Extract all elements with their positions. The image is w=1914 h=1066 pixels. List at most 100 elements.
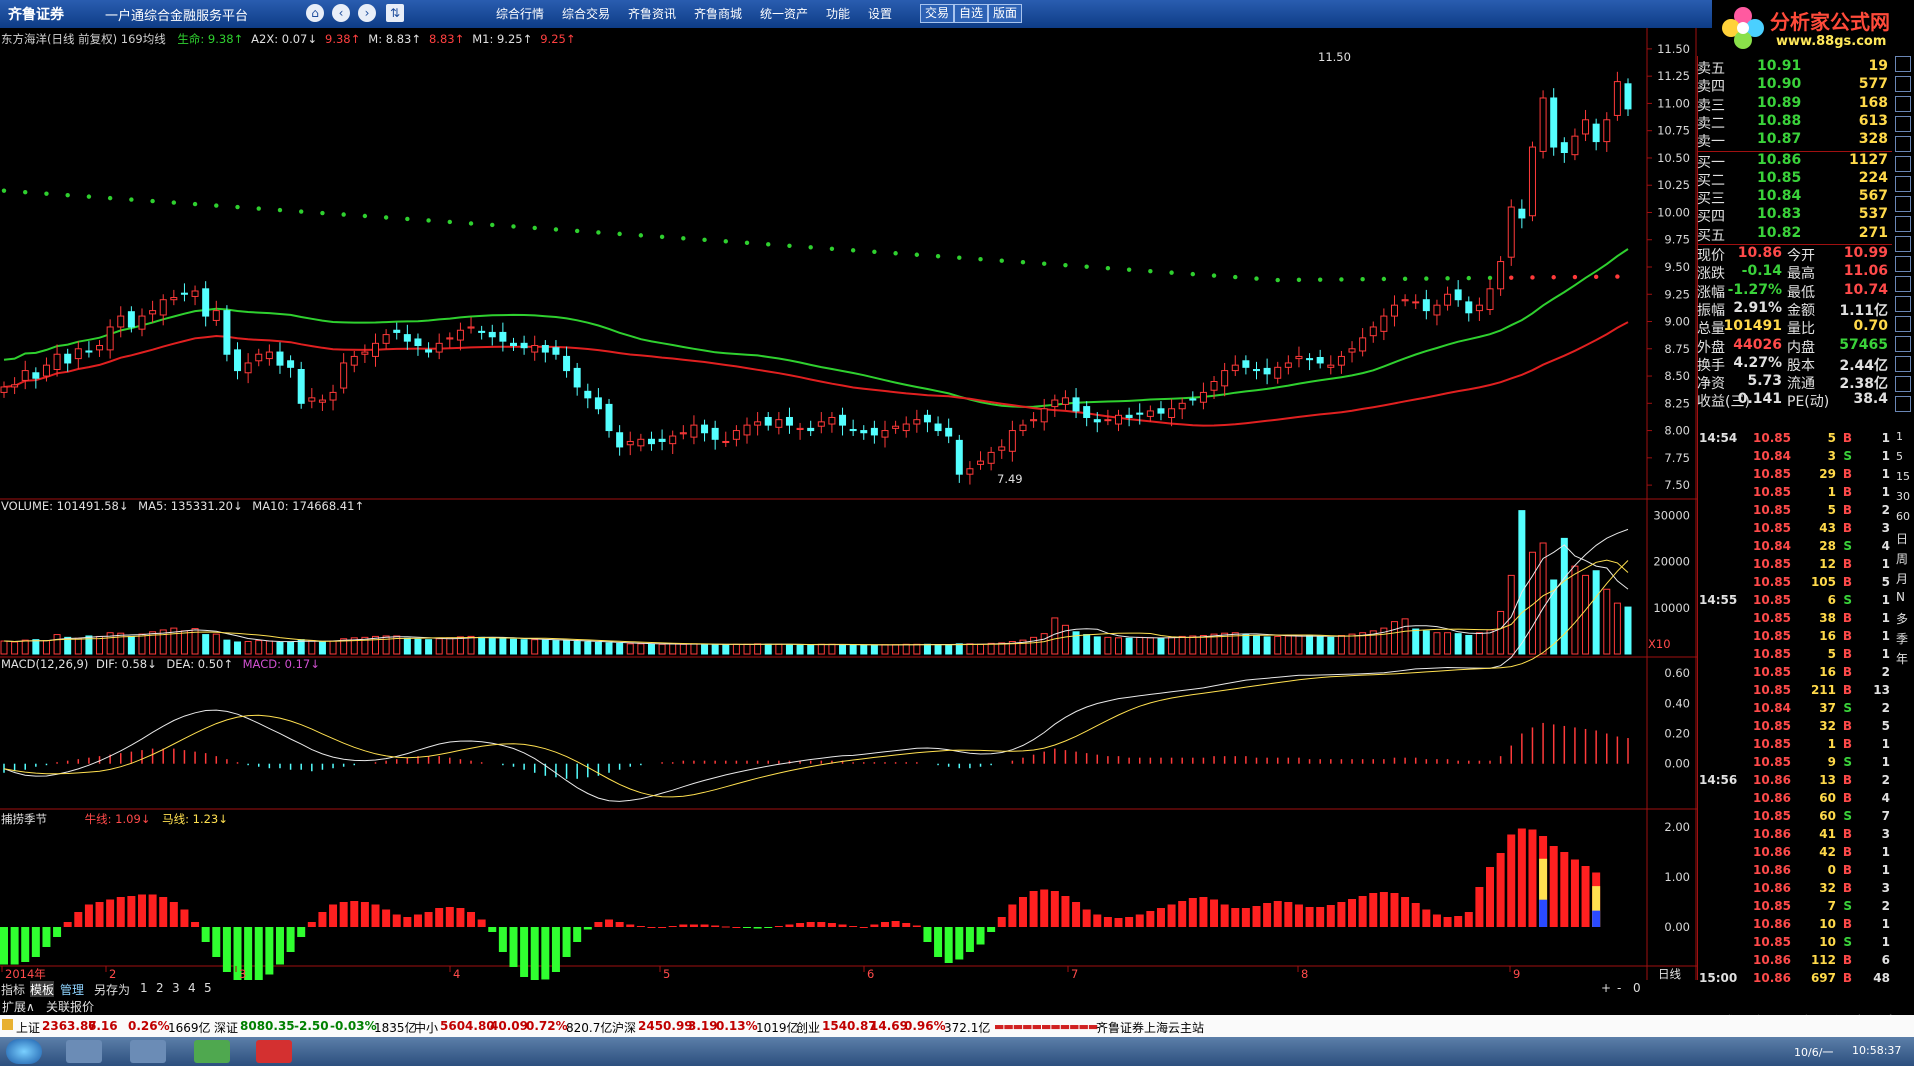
indicator-tab[interactable]: 管理 (60, 981, 84, 998)
menu-item[interactable]: 齐鲁资讯 (628, 5, 676, 22)
x-tick-label: 5 (663, 967, 670, 980)
sidebar-period-tab[interactable]: 周 (1896, 550, 1908, 567)
ma169-dot (1572, 274, 1578, 280)
index-bar-item[interactable]: 0.72% (526, 1019, 568, 1033)
ma169-dot (214, 203, 219, 208)
zoom-button[interactable]: - (1617, 981, 1621, 995)
sidebar-tool-icon[interactable] (1895, 156, 1911, 172)
ma169-dot (914, 252, 920, 257)
index-bar-item[interactable]: -2.50 (294, 1019, 329, 1033)
index-bar-item[interactable]: 创业 (796, 1019, 820, 1036)
index-bar-item[interactable]: 14.69 (870, 1019, 908, 1033)
expand-tab[interactable]: 扩展∧ (2, 998, 35, 1015)
sidebar-period-number[interactable]: 1 (1896, 430, 1903, 443)
sidebar-period-number[interactable]: 30 (1896, 490, 1910, 503)
sidebar-tool-icon[interactable] (1895, 236, 1911, 252)
template-number-tab[interactable]: 5 (204, 981, 212, 995)
template-number-tab[interactable]: 4 (188, 981, 196, 995)
refresh-icon[interactable]: ⇅ (386, 4, 404, 22)
trade-button[interactable]: 交易 (920, 4, 955, 23)
index-bar-item[interactable]: 40.09 (490, 1019, 528, 1033)
taskbar-app-icon[interactable] (66, 1040, 102, 1063)
home-icon[interactable]: ⌂ (306, 4, 324, 22)
zoom-button[interactable]: + (1601, 981, 1611, 995)
sidebar-tool-icon[interactable] (1895, 216, 1911, 232)
ma169-dot (766, 242, 771, 247)
menu-item[interactable]: 统一资产 (760, 5, 808, 22)
taskbar-app-icon[interactable] (130, 1040, 166, 1063)
index-bar-item[interactable]: -0.03% (330, 1019, 377, 1033)
index-bar-item[interactable]: 0.26% (128, 1019, 170, 1033)
forward-icon[interactable]: › (358, 4, 376, 22)
menu-item[interactable]: 综合行情 (496, 5, 544, 22)
index-bar-item[interactable]: 深证 (214, 1019, 238, 1036)
template-number-tab[interactable]: 1 (140, 981, 148, 995)
menu-item[interactable]: 齐鲁商城 (694, 5, 742, 22)
menu-item[interactable]: 综合交易 (562, 5, 610, 22)
start-button[interactable] (6, 1039, 42, 1064)
indicator-tab[interactable]: 模板 (30, 981, 55, 998)
sidebar-tool-icon[interactable] (1895, 256, 1911, 272)
candle-body (318, 399, 326, 403)
index-bar-item[interactable]: 8080.35 (240, 1019, 295, 1033)
sidebar-tool-icon[interactable] (1895, 376, 1911, 392)
index-bar-item[interactable]: 1019亿 (756, 1019, 799, 1036)
index-bar-item[interactable]: 372.1亿 (944, 1019, 990, 1036)
sidebar-period-tab[interactable]: 年 (1896, 650, 1908, 667)
index-bar-item[interactable]: 5604.80 (440, 1019, 495, 1033)
sidebar-period-number[interactable]: 15 (1896, 470, 1910, 483)
sidebar-tool-icon[interactable] (1895, 96, 1911, 112)
indicator-tab[interactable]: 指标 (1, 981, 25, 998)
sidebar-tool-icon[interactable] (1895, 296, 1911, 312)
taskbar-app-icon[interactable] (194, 1040, 230, 1063)
sidebar-tool-icon[interactable] (1895, 176, 1911, 192)
index-bar-item[interactable]: 1669亿 (168, 1019, 211, 1036)
sidebar-period-tab[interactable]: N (1896, 590, 1905, 604)
sidebar-tool-icon[interactable] (1895, 76, 1911, 92)
sidebar-tool-icon[interactable] (1895, 316, 1911, 332)
index-bar-item[interactable]: 齐鲁证券上海云主站 (1096, 1019, 1204, 1036)
watchlist-button[interactable]: 自选 (954, 4, 989, 23)
sidebar-tool-icon[interactable] (1895, 196, 1911, 212)
index-bar-item[interactable]: 3.19 (688, 1019, 718, 1033)
sidebar-tool-icon[interactable] (1895, 396, 1911, 412)
indicator-tab[interactable]: 另存为 (94, 981, 130, 998)
index-bar-item[interactable]: 沪深 (612, 1019, 636, 1036)
sidebar-tool-icon[interactable] (1895, 356, 1911, 372)
season-bar (1210, 899, 1219, 927)
sidebar-tool-icon[interactable] (1895, 116, 1911, 132)
layout-button[interactable]: 版面 (988, 4, 1023, 23)
index-bar-item[interactable]: 6.16 (88, 1019, 118, 1033)
index-bar-item[interactable]: 0.96% (904, 1019, 946, 1033)
index-bar-item[interactable]: 820.7亿 (566, 1019, 612, 1036)
sidebar-period-tab[interactable]: 多 (1896, 610, 1908, 627)
template-number-tab[interactable]: 2 (156, 981, 164, 995)
sidebar-tool-icon[interactable] (1895, 136, 1911, 152)
index-bar-item[interactable]: 中小 (414, 1019, 438, 1036)
menu-item[interactable]: 设置 (868, 5, 892, 22)
back-icon[interactable]: ‹ (332, 4, 350, 22)
sidebar-period-number[interactable]: 5 (1896, 450, 1903, 463)
index-bar-item[interactable]: 0.13% (716, 1019, 758, 1033)
sidebar-tool-icon[interactable] (1895, 336, 1911, 352)
tick-row: 14:55 10.85 6 S 1 (1697, 592, 1892, 610)
index-bar-item[interactable]: 1835亿 (374, 1019, 417, 1036)
sidebar-period-number[interactable]: 60 (1896, 510, 1910, 523)
index-bar-item[interactable]: 1540.87 (822, 1019, 877, 1033)
menu-item[interactable]: 功能 (826, 5, 850, 22)
template-number-tab[interactable]: 3 (172, 981, 180, 995)
index-bar-item[interactable]: 2450.99 (638, 1019, 693, 1033)
sidebar-period-tab[interactable]: 季 (1896, 630, 1908, 647)
sidebar-tool-icon[interactable] (1895, 276, 1911, 292)
volume-bar (1115, 637, 1123, 655)
sidebar-period-tab[interactable]: 日 (1896, 530, 1908, 547)
related-quote-tab[interactable]: 关联报价 (46, 998, 94, 1015)
stat-value: 2.38亿 (1839, 376, 1888, 393)
sidebar-tool-icon[interactable] (1895, 56, 1911, 72)
season-bar (679, 924, 688, 927)
ma169-dot (574, 228, 580, 234)
taskbar-app-icon[interactable] (256, 1040, 292, 1063)
zoom-button[interactable]: 0 (1633, 981, 1641, 995)
sidebar-period-tab[interactable]: 月 (1896, 570, 1908, 587)
index-bar-item[interactable]: 上证 (16, 1019, 40, 1036)
